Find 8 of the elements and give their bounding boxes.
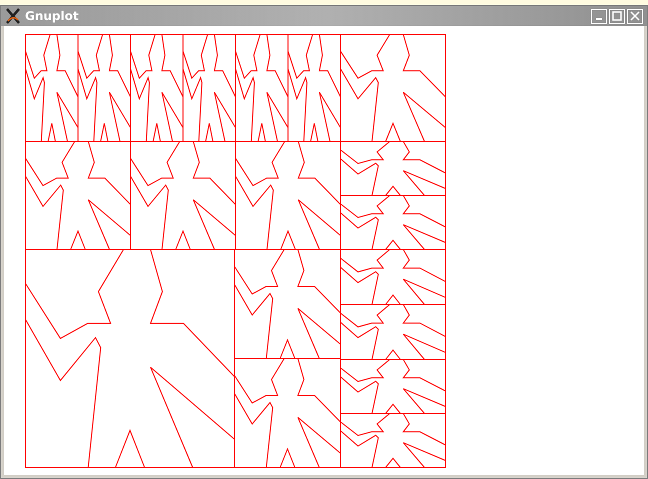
maximize-icon: [612, 11, 622, 21]
close-icon: [630, 11, 640, 21]
minimize-icon: [596, 18, 602, 20]
window-title: Gnuplot: [25, 8, 79, 25]
minimize-button[interactable]: [591, 8, 607, 24]
maximize-button[interactable]: [609, 8, 625, 24]
close-button[interactable]: [627, 8, 643, 24]
x-logo-icon: [5, 8, 21, 24]
